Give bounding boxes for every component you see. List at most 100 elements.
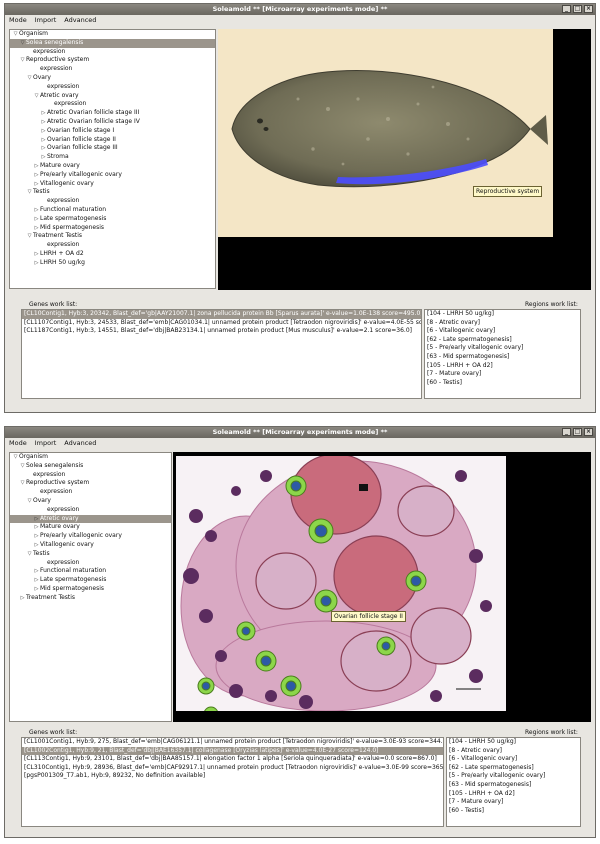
tree-node[interactable]: expression xyxy=(10,83,215,92)
bottom-organism-tree[interactable]: ▽ Organism ▽ Solea senegalensis expression ▽ R… xyxy=(9,452,172,722)
tree-node[interactable]: ▷ Atretic Ovarian follicle stage III xyxy=(10,109,215,118)
region-list-item[interactable]: [8 - Atretic ovary] xyxy=(447,747,580,756)
collapse-right-icon[interactable]: ▷ xyxy=(33,162,40,171)
region-list-item[interactable]: [60 - Testis] xyxy=(425,379,580,388)
expand-down-icon[interactable]: ▽ xyxy=(26,232,33,241)
collapse-right-icon[interactable]: ▷ xyxy=(33,215,40,224)
collapse-right-icon[interactable]: ▷ xyxy=(33,567,40,576)
tree-node[interactable]: ▷ Stroma xyxy=(10,153,215,162)
collapse-right-icon[interactable]: ▷ xyxy=(33,532,40,541)
region-list-item[interactable]: [8 - Atretic ovary] xyxy=(425,319,580,328)
region-list-item[interactable]: [62 - Late spermatogenesis] xyxy=(425,336,580,345)
region-list-item[interactable]: [105 - LHRH + OA d2] xyxy=(447,790,580,799)
tree-node[interactable]: ▽ Treatment Testis xyxy=(10,232,215,241)
tree-node[interactable]: ▷ Ovarian follicle stage II xyxy=(10,136,215,145)
region-list-item[interactable]: [63 - Mid spermatogenesis] xyxy=(425,353,580,362)
tree-node[interactable]: expression xyxy=(10,65,215,74)
collapse-right-icon[interactable]: ▷ xyxy=(33,171,40,180)
top-title-bar[interactable]: Soleamold ** [Microarray experiments mod… xyxy=(5,4,595,15)
collapse-right-icon[interactable]: ▷ xyxy=(33,515,40,524)
collapse-right-icon[interactable]: ▷ xyxy=(40,118,47,127)
tree-node[interactable]: ▷ Atretic ovary xyxy=(10,514,171,524)
tree-node[interactable]: expression xyxy=(10,559,171,568)
gene-list-item[interactable]: [CL1107Contig1, Hyb:3, 24533, Blast_def=… xyxy=(22,319,421,328)
collapse-right-icon[interactable]: ▷ xyxy=(33,585,40,594)
tree-node[interactable]: ▽ Reproductive system xyxy=(10,56,215,65)
expand-down-icon[interactable]: ▽ xyxy=(19,56,26,65)
tree-node[interactable]: ▽ Solea senegalensis xyxy=(10,462,171,471)
tree-node[interactable]: ▷ Late spermatogenesis xyxy=(10,215,215,224)
gene-list-item[interactable]: [CL113Contig1, Hyb:9, 23101, Blast_def='… xyxy=(22,755,443,764)
tree-node[interactable]: expression xyxy=(10,506,171,515)
collapse-right-icon[interactable]: ▷ xyxy=(40,144,47,153)
tree-node[interactable]: ▷ Atretic Ovarian follicle stage IV xyxy=(10,118,215,127)
tree-node[interactable]: expression xyxy=(10,100,215,109)
menu-mode[interactable]: Mode xyxy=(9,15,27,25)
tree-node[interactable]: ▷ Functional maturation xyxy=(10,567,171,576)
top-image-viewer[interactable]: Reproductive system xyxy=(218,29,591,290)
gene-list-item[interactable]: [CL1001Contig1, Hyb:9, 275, Blast_def='e… xyxy=(22,738,443,747)
close-icon[interactable]: × xyxy=(584,5,593,13)
menu-import[interactable]: Import xyxy=(35,438,57,448)
tree-node[interactable]: ▽ Organism xyxy=(10,30,215,39)
expand-down-icon[interactable]: ▽ xyxy=(26,74,33,83)
tree-node[interactable]: ▷ Vitallogenic ovary xyxy=(10,180,215,189)
tree-node[interactable]: expression xyxy=(10,488,171,497)
tree-node[interactable]: ▷ LHRH 50 ug/kg xyxy=(10,259,215,268)
region-list-item[interactable]: [5 - Pre/early vitallogenic ovary] xyxy=(447,772,580,781)
bottom-title-bar[interactable]: Soleamold ** [Microarray experiments mod… xyxy=(5,427,595,438)
menu-mode[interactable]: Mode xyxy=(9,438,27,448)
gene-list-item[interactable]: [CL1002Contig1, Hyb:9, 21, Blast_def='db… xyxy=(22,746,443,756)
region-list-item[interactable]: [104 - LHRH 50 ug/kg] xyxy=(447,738,580,747)
bottom-regions-worklist[interactable]: [104 - LHRH 50 ug/kg] [8 - Atretic ovary]… xyxy=(446,737,581,827)
region-list-item[interactable]: [6 - Vitallogenic ovary] xyxy=(425,327,580,336)
tree-node[interactable]: ▷ Mature ovary xyxy=(10,523,171,532)
expand-down-icon[interactable]: ▽ xyxy=(19,479,26,488)
collapse-right-icon[interactable]: ▷ xyxy=(33,576,40,585)
gene-list-item[interactable]: [CL1187Contig1, Hyb:3, 14551, Blast_def=… xyxy=(22,327,421,336)
region-list-item[interactable]: [63 - Mid spermatogenesis] xyxy=(447,781,580,790)
top-regions-worklist[interactable]: [104 - LHRH 50 ug/kg] [8 - Atretic ovary]… xyxy=(424,309,581,399)
menu-import[interactable]: Import xyxy=(35,15,57,25)
tree-node[interactable]: ▽ Testis xyxy=(10,188,215,197)
collapse-right-icon[interactable]: ▷ xyxy=(40,109,47,118)
region-list-item[interactable]: [105 - LHRH + OA d2] xyxy=(425,362,580,371)
top-organism-tree[interactable]: ▽ Organism ▽ Solea senegalensis expression ▽ R… xyxy=(9,29,216,289)
maximize-icon[interactable]: □ xyxy=(573,428,582,436)
tree-node[interactable]: ▷ Ovarian follicle stage III xyxy=(10,144,215,153)
region-list-item[interactable]: [7 - Mature ovary] xyxy=(425,370,580,379)
collapse-right-icon[interactable]: ▷ xyxy=(33,180,40,189)
expand-down-icon[interactable]: ▽ xyxy=(12,30,19,39)
gene-list-item[interactable]: [CL310Contig1, Hyb:9, 28936, Blast_def='… xyxy=(22,764,443,773)
region-list-item[interactable]: [60 - Testis] xyxy=(447,807,580,816)
region-list-item[interactable]: [104 - LHRH 50 ug/kg] xyxy=(425,310,580,319)
tree-node[interactable]: ▷ Vitallogenic ovary xyxy=(10,541,171,550)
tree-node[interactable]: ▷ Pre/early vitallogenic ovary xyxy=(10,171,215,180)
tree-node[interactable]: expression xyxy=(10,241,215,250)
tree-node[interactable]: expression xyxy=(10,471,171,480)
tree-node[interactable]: ▽ Organism xyxy=(10,453,171,462)
collapse-right-icon[interactable]: ▷ xyxy=(33,250,40,259)
minimize-icon[interactable]: _ xyxy=(562,5,571,13)
gene-list-item[interactable]: [CL10Contig1, Hyb:3, 20342, Blast_def='g… xyxy=(22,310,421,319)
region-list-item[interactable]: [5 - Pre/early vitallogenic ovary] xyxy=(425,344,580,353)
tree-node[interactable]: ▷ Functional maturation xyxy=(10,206,215,215)
collapse-right-icon[interactable]: ▷ xyxy=(33,259,40,268)
tree-node[interactable]: ▷ Pre/early vitallogenic ovary xyxy=(10,532,171,541)
tree-node[interactable]: ▷ Ovarian follicle stage I xyxy=(10,127,215,136)
expand-down-icon[interactable]: ▽ xyxy=(26,497,33,506)
tree-node[interactable]: ▷ Mature ovary xyxy=(10,162,215,171)
collapse-right-icon[interactable]: ▷ xyxy=(33,541,40,550)
tree-node[interactable]: expression xyxy=(10,48,215,57)
menu-advanced[interactable]: Advanced xyxy=(64,438,96,448)
gene-list-item[interactable]: [pgsP001309_T7.ab1, Hyb:9, 89232, No def… xyxy=(22,772,443,781)
collapse-right-icon[interactable]: ▷ xyxy=(19,594,26,603)
collapse-right-icon[interactable]: ▷ xyxy=(33,523,40,532)
expand-down-icon[interactable]: ▽ xyxy=(19,39,26,48)
tree-node[interactable]: expression xyxy=(10,197,215,206)
region-list-item[interactable]: [62 - Late spermatogenesis] xyxy=(447,764,580,773)
region-list-item[interactable]: [7 - Mature ovary] xyxy=(447,798,580,807)
collapse-right-icon[interactable]: ▷ xyxy=(40,153,47,162)
minimize-icon[interactable]: _ xyxy=(562,428,571,436)
tree-node[interactable]: ▽ Ovary xyxy=(10,497,171,506)
